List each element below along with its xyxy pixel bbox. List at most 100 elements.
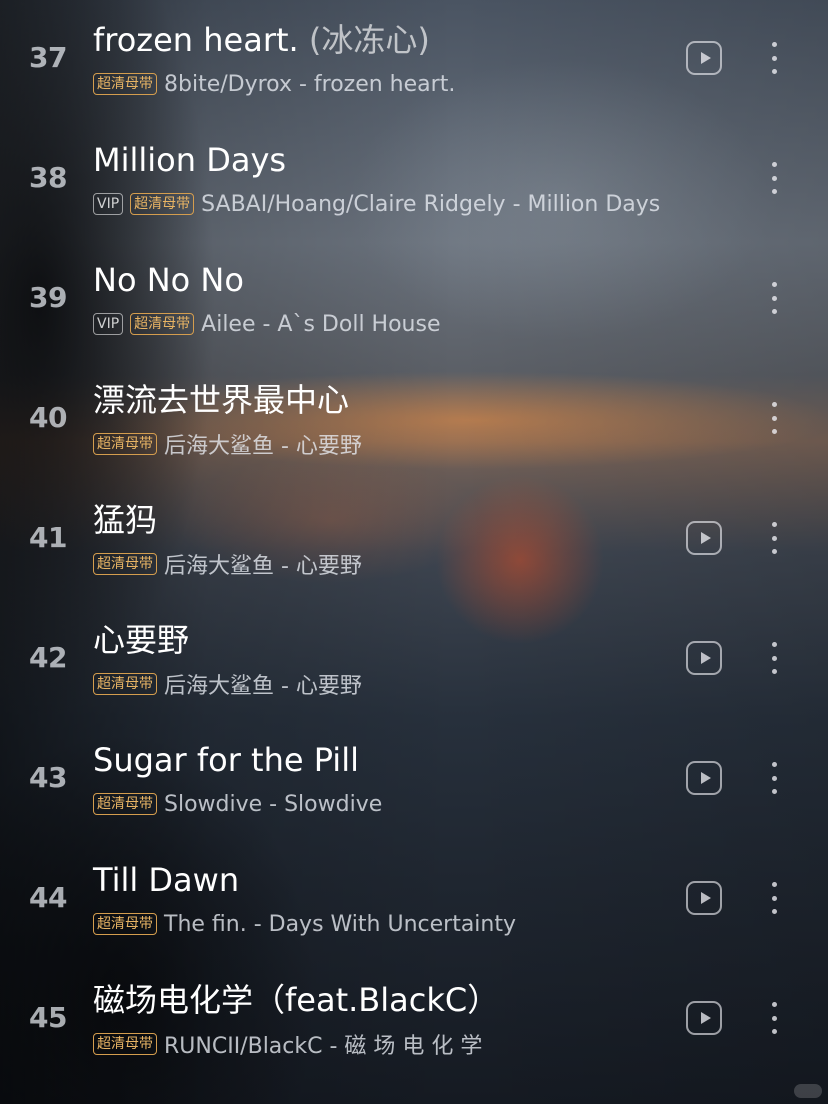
more-vertical-icon[interactable] [766, 882, 782, 914]
dot [771, 429, 777, 434]
more-vertical-icon[interactable] [766, 162, 782, 194]
play-triangle [700, 52, 711, 64]
artist-album: RUNCII/BlackC - 磁 场 电 化 学 [164, 1034, 483, 1059]
play-icon[interactable] [686, 41, 722, 75]
track-number: 44 [29, 881, 67, 914]
song-row[interactable]: 38 Million Days VIP 超清母带 SABAI/Hoang/Claire … [0, 120, 828, 240]
track-number: 38 [29, 161, 67, 194]
dot [771, 1002, 777, 1007]
artist-album: Ailee - A`s Doll House [201, 311, 441, 337]
quality-badge: 超清母带 [93, 433, 157, 455]
artist-album: 8bite/Dyrox - frozen heart. [164, 71, 456, 97]
more-vertical-icon[interactable] [766, 282, 782, 314]
play-icon[interactable] [686, 521, 722, 555]
song-meta: VIP 超清母带 Ailee - A`s Doll House [93, 310, 441, 338]
song-title-text: Sugar for the Pill [93, 741, 359, 779]
dot [771, 775, 777, 781]
dot [771, 549, 777, 554]
track-number: 43 [29, 761, 67, 794]
play-icon[interactable] [686, 1001, 722, 1035]
dot [771, 535, 777, 541]
song-title-text: Million Days [93, 141, 287, 179]
song-title: 猛犸 [93, 499, 157, 541]
quality-badge: 超清母带 [130, 313, 195, 335]
track-number: 40 [29, 401, 67, 434]
dot [771, 1015, 777, 1021]
song-row[interactable]: 44 Till Dawn 超清母带 The fin. - Days With Unce… [0, 840, 828, 960]
dot [771, 669, 777, 674]
song-title-text: 猛犸 [93, 501, 158, 539]
more-vertical-icon[interactable] [766, 42, 782, 74]
song-title-text: No No No [93, 261, 244, 299]
song-row[interactable]: 42 心要野 超清母带 后海大鲨鱼 - 心要野 [0, 600, 828, 720]
dot [771, 402, 777, 407]
dot [771, 909, 777, 914]
song-row[interactable]: 43 Sugar for the Pill 超清母带 Slowdive - Slowd… [0, 720, 828, 840]
dot [771, 42, 777, 47]
more-vertical-icon[interactable] [766, 762, 782, 794]
song-row[interactable]: 40 漂流去世界最中心超清母带 后海大鲨鱼 - 心要野 [0, 360, 828, 480]
song-title-text: 心要野 [93, 621, 190, 659]
song-meta: VIP 超清母带 SABAI/Hoang/Claire Ridgely - Mill… [93, 190, 660, 218]
song-title: No No No [93, 259, 244, 301]
track-number: 39 [29, 281, 67, 314]
artist-album: 后海大鲨鱼 - 心要野 [164, 674, 362, 699]
dot [771, 789, 777, 794]
play-icon[interactable] [686, 881, 722, 915]
song-title: 漂流去世界最中心 [93, 379, 349, 421]
dot [771, 69, 777, 74]
song-row[interactable]: 37 frozen heart. (冰冻心) 超清母带 8bite/Dyrox - f… [0, 0, 828, 120]
more-vertical-icon[interactable] [766, 402, 782, 434]
play-icon[interactable] [686, 641, 722, 675]
track-number: 37 [29, 41, 67, 74]
song-meta: 超清母带 Slowdive - Slowdive [93, 790, 382, 818]
dot [771, 295, 777, 301]
quality-badge: 超清母带 [93, 793, 157, 815]
quality-badge: 超清母带 [93, 1033, 157, 1055]
song-title: Till Dawn [93, 859, 239, 901]
quality-badge: 超清母带 [93, 553, 157, 575]
dot [771, 762, 777, 767]
song-row[interactable]: 45 磁场电化学（feat.BlackC） 超清母带 RUNCII/BlackC - … [0, 960, 828, 1080]
song-title-extra: (冰冻心) [308, 21, 430, 59]
dot [771, 1029, 777, 1034]
track-number: 45 [29, 1001, 67, 1034]
quality-badge: 超清母带 [130, 193, 195, 215]
song-row[interactable]: 41 猛犸超清母带 后海大鲨鱼 - 心要野 [0, 480, 828, 600]
song-title-text: 磁场电化学（feat.BlackC） [93, 981, 500, 1019]
song-title: Sugar for the Pill [93, 739, 359, 781]
song-title-text: Till Dawn [93, 861, 240, 899]
song-meta: 超清母带 The fin. - Days With Uncertainty [93, 910, 516, 938]
artist-album: 后海大鲨鱼 - 心要野 [164, 434, 362, 459]
artist-album: Slowdive - Slowdive [164, 791, 383, 817]
quality-badge: 超清母带 [93, 913, 157, 935]
more-vertical-icon[interactable] [766, 522, 782, 554]
more-vertical-icon[interactable] [766, 642, 782, 674]
dot [771, 189, 777, 194]
artist-album: SABAI/Hoang/Claire Ridgely - Million Day… [201, 191, 661, 217]
dot [771, 882, 777, 887]
dot [771, 642, 777, 647]
more-vertical-icon[interactable] [766, 1002, 782, 1034]
watermark [794, 1084, 822, 1098]
song-row[interactable]: 39 No No No VIP 超清母带 Ailee - A`s Doll House [0, 240, 828, 360]
dot [771, 175, 777, 181]
play-icon[interactable] [686, 761, 722, 795]
play-triangle [700, 892, 711, 904]
song-meta: 超清母带 后海大鲨鱼 - 心要野 [93, 430, 362, 459]
song-meta: 超清母带 8bite/Dyrox - frozen heart. [93, 70, 455, 98]
vip-badge: VIP [93, 193, 124, 215]
song-meta: 超清母带 后海大鲨鱼 - 心要野 [93, 670, 362, 699]
song-title: 心要野 [93, 619, 189, 661]
song-meta: 超清母带 RUNCII/BlackC - 磁 场 电 化 学 [93, 1030, 483, 1059]
play-triangle [700, 1012, 711, 1024]
play-triangle [700, 772, 711, 784]
play-triangle [700, 652, 711, 664]
artist-album: 后海大鲨鱼 - 心要野 [164, 554, 362, 579]
quality-badge: 超清母带 [93, 73, 157, 95]
dot [771, 55, 777, 61]
track-number: 41 [29, 521, 67, 554]
song-title: frozen heart. (冰冻心) [93, 19, 430, 61]
dot [771, 522, 777, 527]
dot [771, 895, 777, 901]
